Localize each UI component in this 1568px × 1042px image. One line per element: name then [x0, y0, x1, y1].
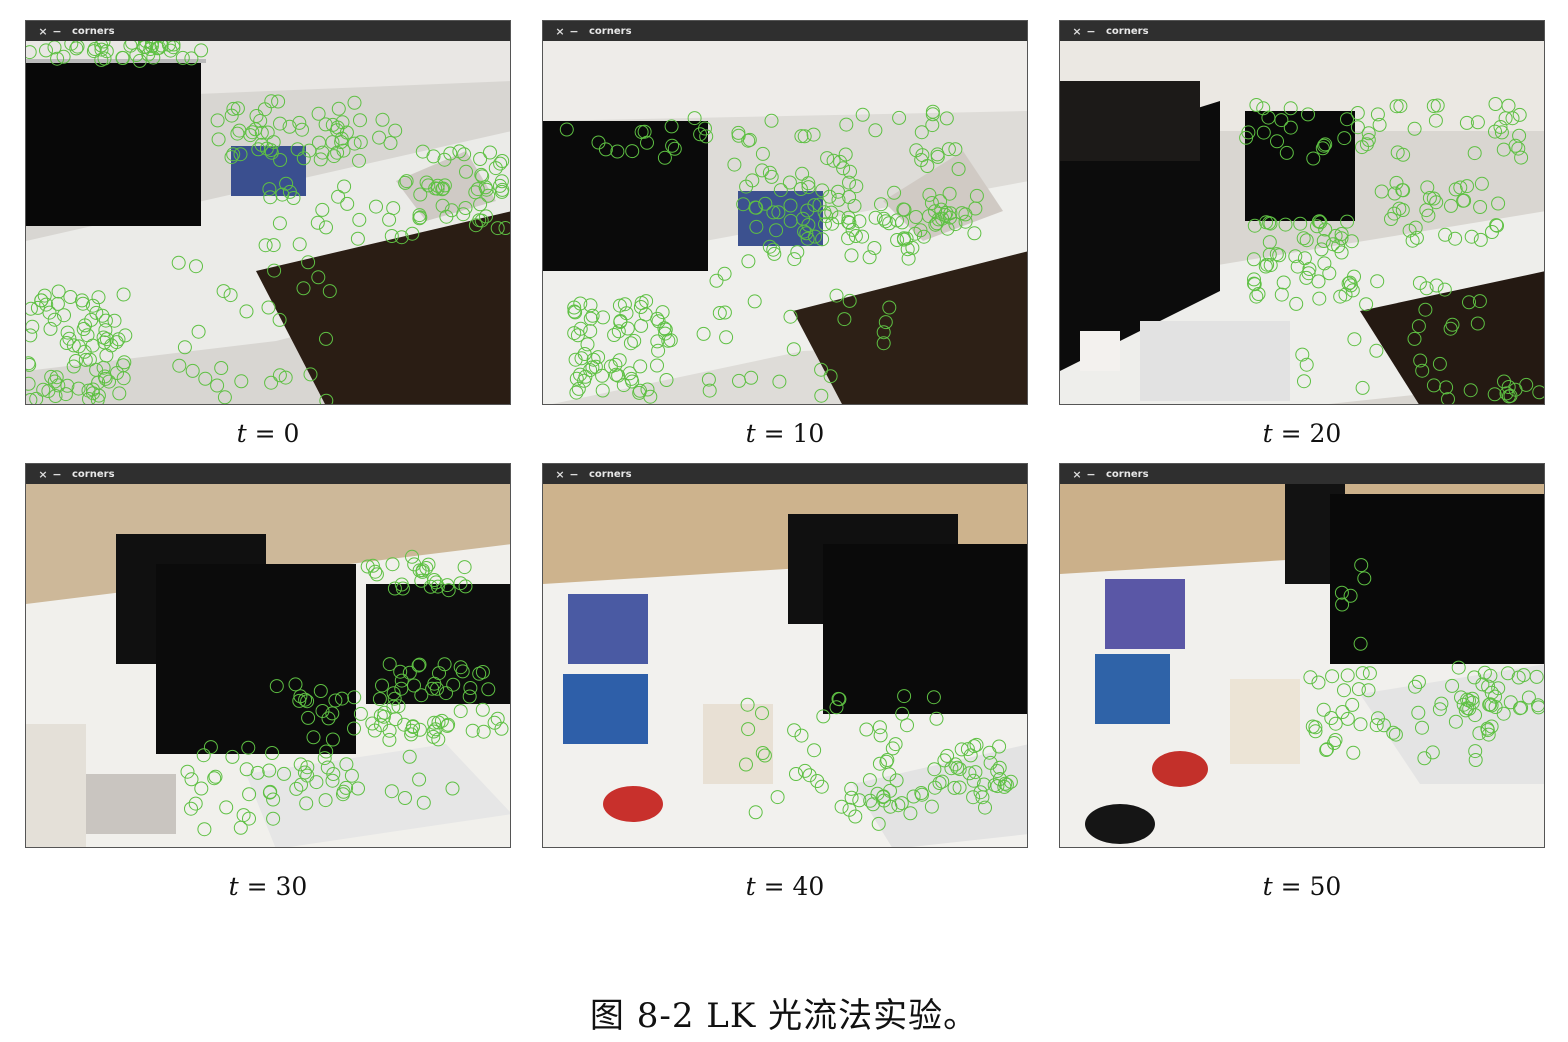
opencv-window: × − corners — [25, 463, 511, 848]
close-icon[interactable]: × — [1070, 25, 1084, 38]
window-title: corners — [1106, 468, 1149, 480]
close-icon[interactable]: × — [36, 25, 50, 38]
minimize-icon[interactable]: − — [50, 468, 64, 481]
time-value: = 30 — [238, 872, 308, 901]
frame-caption: t = 40 — [542, 872, 1028, 901]
figure-caption: 图 8-2 LK 光流法实验。 — [589, 996, 979, 1036]
time-variable: t — [745, 419, 756, 448]
time-value: = 0 — [246, 419, 300, 448]
time-value: = 40 — [755, 872, 825, 901]
time-variable: t — [1262, 419, 1273, 448]
window-title: corners — [72, 25, 115, 37]
minimize-icon[interactable]: − — [50, 25, 64, 38]
window-title: corners — [589, 25, 632, 37]
frame-panel-30: × − corners t = 30 — [25, 463, 511, 901]
frame-panel-40: × − corners t = 40 — [542, 463, 1028, 901]
window-titlebar: × − corners — [26, 464, 510, 484]
camera-frame-image — [1060, 484, 1544, 847]
minimize-icon[interactable]: − — [567, 468, 581, 481]
frame-panel-50: × − corners t = 50 — [1059, 463, 1545, 901]
opencv-window: × − corners — [1059, 463, 1545, 848]
time-value: = 20 — [1272, 419, 1342, 448]
window-titlebar: × − corners — [1060, 21, 1544, 41]
camera-frame-image — [543, 484, 1027, 847]
close-icon[interactable]: × — [36, 468, 50, 481]
frame-caption: t = 10 — [542, 419, 1028, 448]
window-titlebar: × − corners — [26, 21, 510, 41]
frame-caption: t = 0 — [25, 419, 511, 448]
window-title: corners — [589, 468, 632, 480]
opencv-window: × − corners — [1059, 20, 1545, 405]
frame-caption: t = 20 — [1059, 419, 1545, 448]
window-title: corners — [72, 468, 115, 480]
frame-caption: t = 50 — [1059, 872, 1545, 901]
time-variable: t — [745, 872, 756, 901]
window-title: corners — [1106, 25, 1149, 37]
frame-caption: t = 30 — [25, 872, 511, 901]
close-icon[interactable]: × — [553, 468, 567, 481]
frame-panel-20: × − corners t = 20 — [1059, 20, 1545, 448]
opencv-window: × − corners — [542, 463, 1028, 848]
window-titlebar: × − corners — [1060, 464, 1544, 484]
camera-frame-image — [26, 484, 510, 847]
window-titlebar: × − corners — [543, 21, 1027, 41]
opencv-window: × − corners — [25, 20, 511, 405]
frame-panel-10: × − corners t = 10 — [542, 20, 1028, 448]
camera-frame-image — [1060, 41, 1544, 404]
minimize-icon[interactable]: − — [1084, 25, 1098, 38]
frame-panel-0: × − corners t = 0 — [25, 20, 511, 448]
opencv-window: × − corners — [542, 20, 1028, 405]
time-variable: t — [1262, 872, 1273, 901]
camera-frame-image — [26, 41, 510, 404]
minimize-icon[interactable]: − — [567, 25, 581, 38]
camera-frame-image — [543, 41, 1027, 404]
time-variable: t — [228, 872, 239, 901]
time-value: = 50 — [1272, 872, 1342, 901]
time-value: = 10 — [755, 419, 825, 448]
close-icon[interactable]: × — [553, 25, 567, 38]
minimize-icon[interactable]: − — [1084, 468, 1098, 481]
window-titlebar: × − corners — [543, 464, 1027, 484]
close-icon[interactable]: × — [1070, 468, 1084, 481]
time-variable: t — [236, 419, 247, 448]
